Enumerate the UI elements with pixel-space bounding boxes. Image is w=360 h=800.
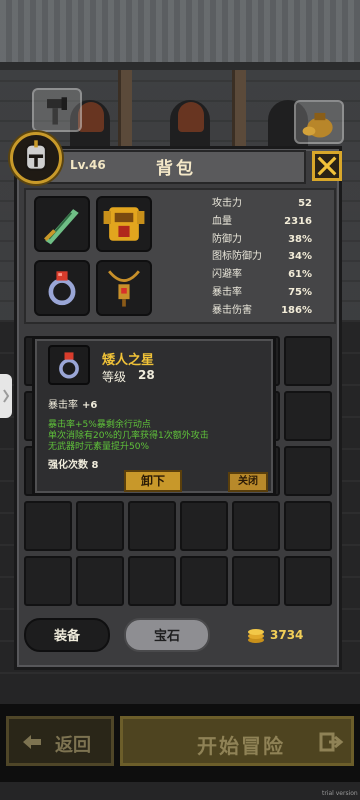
inventory-slot[interactable]	[284, 556, 332, 606]
gold-coins-icon	[248, 629, 264, 643]
tab-gems[interactable]: 宝石	[124, 618, 210, 652]
stat-row: 暴击率 75%	[212, 284, 312, 302]
inventory-slot[interactable]	[180, 556, 228, 606]
item-level-label: 等级	[102, 370, 127, 384]
stat-value: 34%	[288, 251, 312, 263]
stat-value: 61%	[288, 269, 312, 281]
back-arrow-icon	[23, 735, 41, 749]
roof-tiles	[0, 0, 360, 62]
stat-row: 闪避率 61%	[212, 266, 312, 284]
knight-helmet-icon[interactable]	[10, 132, 62, 184]
start-adventure-button[interactable]: 开始冒险	[120, 716, 354, 766]
item-effect: 单次消除有20%的几率获得1次额外攻击	[48, 431, 209, 441]
stat-value: 75%	[288, 286, 312, 298]
item-effect: 无武器时元素量提升50%	[48, 442, 150, 452]
item-main-stat: 暴击率 +6	[48, 396, 97, 411]
item-name: 矮人之星	[102, 353, 155, 368]
close-icon[interactable]	[312, 151, 342, 181]
inventory-slot[interactable]	[284, 336, 332, 386]
hammer-icon[interactable]	[32, 88, 82, 132]
gold-balance: 3734	[246, 626, 303, 644]
stat-row: 血量 2316	[212, 213, 312, 231]
main-stat-value: +6	[82, 400, 98, 411]
unequip-button[interactable]: 卸下	[124, 470, 182, 492]
stats-list: 攻击力 52 血量 2316 防御力 38% 图标防御力 34% 闪避率 61%…	[212, 195, 312, 320]
roof-edge	[0, 62, 360, 70]
ring-icon[interactable]	[34, 260, 90, 316]
ring-icon	[48, 345, 90, 385]
inventory-slot[interactable]	[76, 556, 124, 606]
stat-label: 血量	[212, 215, 232, 227]
stat-label: 攻击力	[212, 198, 242, 209]
inventory-slot[interactable]	[232, 501, 280, 551]
stat-value: 2316	[284, 215, 312, 227]
gold-amount: 3734	[270, 628, 304, 642]
side-drawer-handle[interactable]	[0, 374, 12, 418]
stat-label: 暴击率	[212, 286, 242, 298]
stat-row: 攻击力 52	[212, 195, 312, 213]
back-label: 返回	[55, 735, 91, 756]
inventory-slot[interactable]	[128, 556, 176, 606]
money-bag-icon[interactable]	[294, 100, 344, 144]
stat-row: 暴击伤害 186%	[212, 302, 312, 320]
chevron-right-icon	[3, 389, 10, 403]
inventory-slot[interactable]	[128, 501, 176, 551]
inventory-slot[interactable]	[284, 446, 332, 496]
start-label: 开始冒险	[197, 734, 285, 758]
tab-equipment[interactable]: 装备	[24, 618, 110, 652]
player-level: Lv.46	[70, 158, 106, 172]
item-effect: 暴击率+5%暴剩余行动点	[48, 420, 151, 430]
stat-label: 闪避率	[212, 269, 242, 281]
exit-arrow-icon	[319, 732, 344, 752]
stat-label: 图标防御力	[212, 251, 262, 263]
stat-label: 防御力	[212, 233, 242, 245]
stat-value: 38%	[288, 233, 312, 245]
inventory-slot[interactable]	[232, 556, 280, 606]
stat-row: 图标防御力 34%	[212, 248, 312, 266]
inventory-slot[interactable]	[76, 501, 124, 551]
stat-value: 186%	[281, 304, 312, 316]
stat-row: 防御力 38%	[212, 231, 312, 249]
stat-label: 暴击伤害	[212, 304, 252, 316]
inventory-slot[interactable]	[24, 556, 72, 606]
enhance-count: 强化次数 8	[48, 460, 99, 471]
inventory-slot[interactable]	[284, 501, 332, 551]
golden-armor-icon[interactable]	[96, 196, 152, 252]
back-button[interactable]: 返回	[6, 716, 114, 766]
feather-sword-icon[interactable]	[34, 196, 90, 252]
watermark: trial version	[322, 790, 358, 797]
panel-title: 背包	[156, 159, 196, 179]
item-level: 28	[138, 368, 155, 382]
inventory-slot[interactable]	[24, 501, 72, 551]
stat-value: 52	[298, 198, 312, 209]
inventory-slot[interactable]	[180, 501, 228, 551]
amulet-icon[interactable]	[96, 260, 152, 316]
main-stat-label: 暴击率	[48, 400, 78, 411]
forge-glow	[178, 102, 204, 132]
inventory-slot[interactable]	[284, 391, 332, 441]
close-popup-button[interactable]: 关闭	[228, 472, 268, 492]
